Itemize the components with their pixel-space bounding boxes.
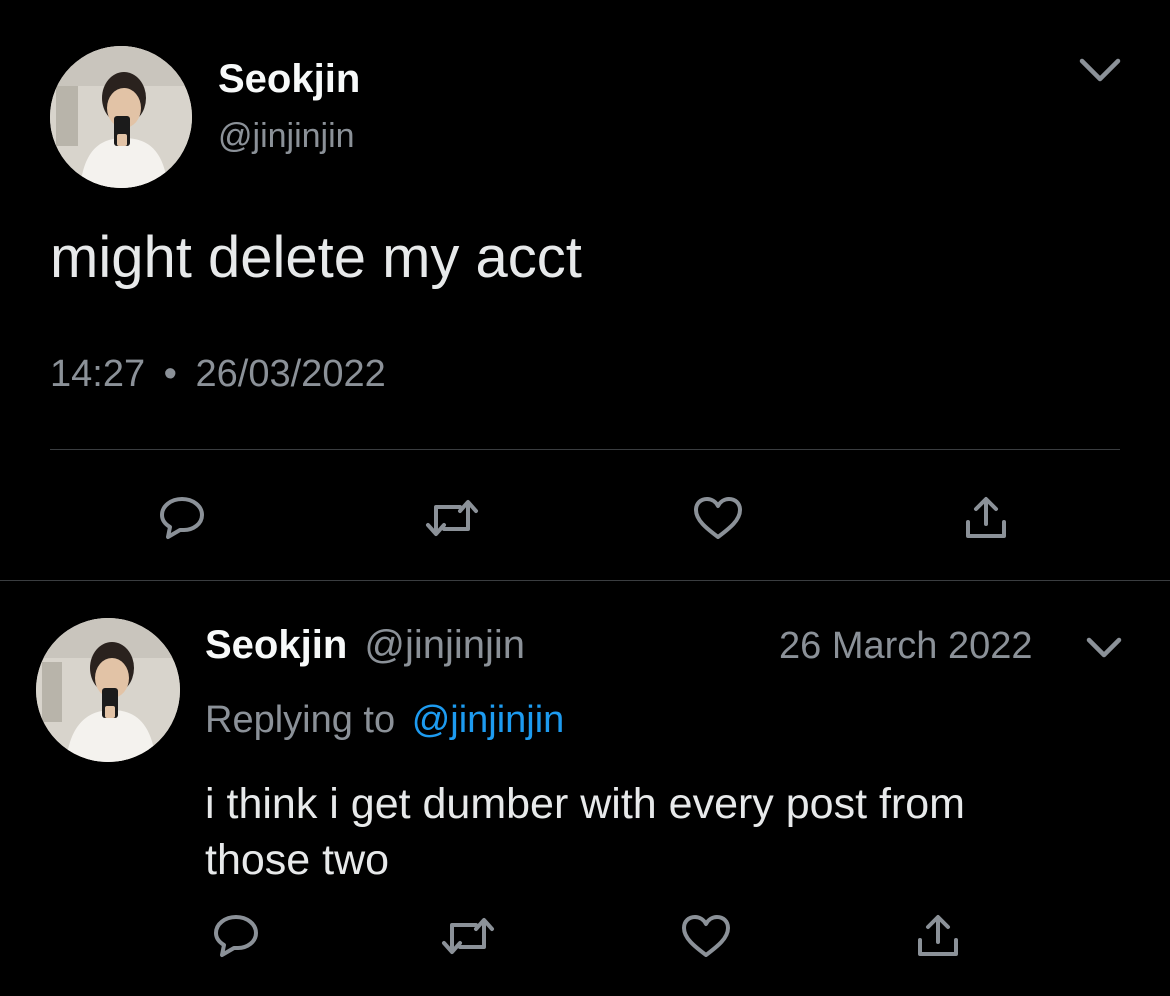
divider: [50, 449, 1120, 450]
replying-to-handle[interactable]: @jinjinjin: [406, 699, 565, 741]
reply-button[interactable]: [152, 490, 212, 546]
reply-date[interactable]: 26 March 2022: [779, 624, 1033, 668]
like-icon: [682, 915, 730, 957]
reply-header: Seokjin @jinjinjin: [205, 622, 525, 668]
reply-text: i think i get dumber with every post fro…: [205, 776, 965, 888]
replying-to-label: Replying to: [205, 699, 396, 741]
author-handle[interactable]: @jinjinjin: [218, 116, 355, 156]
profile-photo: [50, 46, 192, 188]
tweet-date: 26/03/2022: [195, 353, 386, 395]
profile-photo: [36, 618, 180, 762]
retweet-icon: [426, 500, 478, 536]
chevron-down-icon[interactable]: [1072, 50, 1128, 90]
share-icon: [918, 915, 958, 956]
replying-to: Replying to @jinjinjin: [205, 698, 564, 742]
author-name[interactable]: Seokjin: [218, 56, 360, 102]
share-button[interactable]: [958, 490, 1014, 546]
reply-text-line: i think i get dumber with every post fro…: [205, 780, 965, 828]
author-handle[interactable]: @jinjinjin: [358, 623, 525, 667]
reply-text-line: those two: [205, 836, 390, 884]
tweet-timestamp: 14:27 • 26/03/2022: [50, 352, 386, 396]
chevron-down-icon[interactable]: [1080, 632, 1128, 664]
retweet-button[interactable]: [422, 492, 482, 544]
like-button[interactable]: [688, 490, 748, 546]
share-icon: [966, 497, 1006, 538]
reply-button[interactable]: [206, 908, 266, 964]
like-icon: [694, 497, 742, 539]
retweet-button[interactable]: [438, 910, 498, 962]
timestamp-separator: •: [163, 353, 177, 395]
divider: [0, 580, 1170, 581]
reply-icon: [214, 915, 258, 957]
avatar[interactable]: [50, 46, 192, 188]
tweet-time: 14:27: [50, 353, 146, 395]
avatar[interactable]: [36, 618, 180, 762]
like-button[interactable]: [676, 908, 736, 964]
tweet-text: might delete my acct: [50, 225, 582, 290]
retweet-icon: [442, 918, 494, 954]
reply-icon: [160, 497, 204, 539]
author-name[interactable]: Seokjin: [205, 623, 347, 667]
share-button[interactable]: [910, 908, 966, 964]
